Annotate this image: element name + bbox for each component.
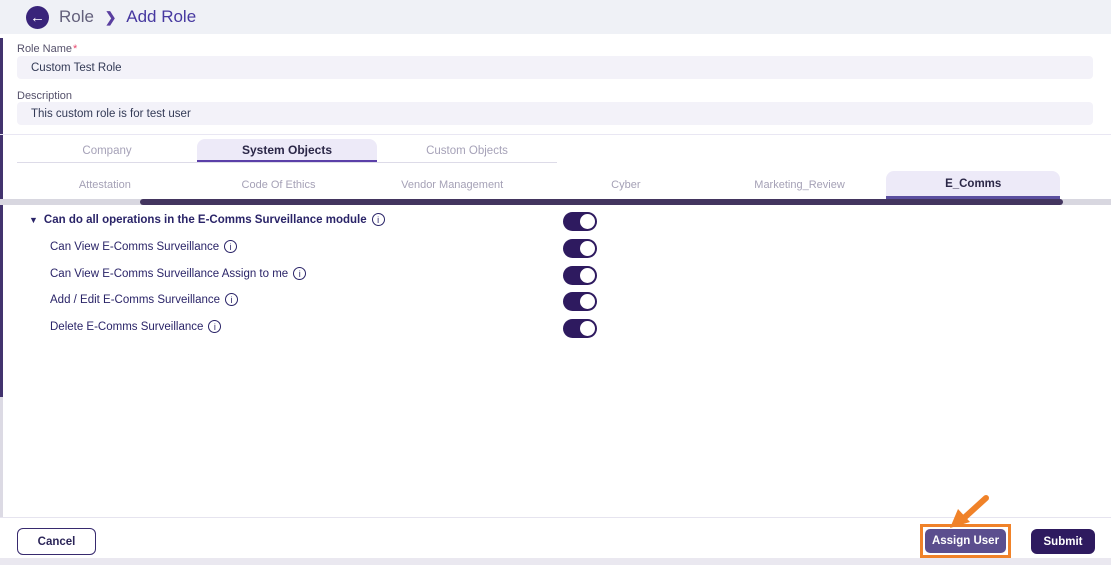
add-role-page: ← Role ❯ Add Role Role Name* Description… xyxy=(0,0,1111,565)
tab-marketing-review[interactable]: Marketing_Review xyxy=(713,171,887,199)
permission-row: Delete E-Comms Surveillance i xyxy=(0,317,1111,341)
permission-label-can-view-assigned: Can View E-Comms Surveillance Assign to … xyxy=(50,267,307,280)
toggle-knob xyxy=(580,214,595,229)
info-icon[interactable]: i xyxy=(208,320,222,333)
tab-system-objects[interactable]: System Objects xyxy=(197,139,377,162)
tab-code-of-ethics[interactable]: Code Of Ethics xyxy=(192,171,366,199)
info-icon[interactable]: i xyxy=(293,267,307,280)
permission-label-can-view: Can View E-Comms Surveillance i xyxy=(50,240,238,253)
required-asterisk: * xyxy=(73,43,78,55)
tab-attestation[interactable]: Attestation xyxy=(18,171,192,199)
permission-label-all-operations: ▼ Can do all operations in the E-Comms S… xyxy=(29,213,385,226)
description-label: Description xyxy=(17,90,73,102)
cancel-button[interactable]: Cancel xyxy=(17,528,96,555)
horizontal-scrollbar-track[interactable] xyxy=(0,199,1111,205)
info-icon[interactable]: i xyxy=(225,293,239,306)
back-arrow-icon: ← xyxy=(30,8,45,26)
page-header: ← Role ❯ Add Role xyxy=(0,0,1111,34)
footer-divider xyxy=(0,517,1111,518)
assign-user-button[interactable]: Assign User xyxy=(925,529,1006,553)
tab-custom-objects[interactable]: Custom Objects xyxy=(377,139,557,162)
breadcrumb-add-role: Add Role xyxy=(126,7,197,26)
role-name-label: Role Name* xyxy=(17,43,78,55)
permission-row: Add / Edit E-Comms Surveillance i xyxy=(0,290,1111,314)
toggle-can-view[interactable] xyxy=(563,239,597,258)
info-icon[interactable]: i xyxy=(224,240,238,253)
toggle-knob xyxy=(580,241,595,256)
toggle-can-view-assigned[interactable] xyxy=(563,266,597,285)
description-input[interactable] xyxy=(17,102,1093,125)
toggle-knob xyxy=(580,268,595,283)
role-name-input[interactable] xyxy=(17,56,1093,79)
submit-button[interactable]: Submit xyxy=(1031,529,1095,554)
breadcrumb-role[interactable]: Role xyxy=(59,7,94,26)
permission-label-delete: Delete E-Comms Surveillance i xyxy=(50,320,222,333)
permission-row: Can View E-Comms Surveillance i xyxy=(0,237,1111,261)
module-tab-bar: Attestation Code Of Ethics Vendor Manage… xyxy=(18,171,1061,199)
breadcrumb: Role ❯ Add Role xyxy=(59,7,196,27)
tab-company[interactable]: Company xyxy=(17,139,197,162)
tab-cyber[interactable]: Cyber xyxy=(539,171,713,199)
permission-row: Can View E-Comms Surveillance Assign to … xyxy=(0,264,1111,288)
toggle-knob xyxy=(580,294,595,309)
permission-row: ▼ Can do all operations in the E-Comms S… xyxy=(0,210,1111,234)
toggle-knob xyxy=(580,321,595,336)
collapse-caret-icon[interactable]: ▼ xyxy=(29,215,38,225)
back-button[interactable]: ← xyxy=(26,5,49,29)
tab-e-comms[interactable]: E_Comms xyxy=(886,171,1061,199)
toggle-delete[interactable] xyxy=(563,319,597,338)
info-icon[interactable]: i xyxy=(371,213,385,226)
main-tab-bar: Company System Objects Custom Objects xyxy=(17,139,557,163)
toggle-add-edit[interactable] xyxy=(563,292,597,311)
chevron-right-icon: ❯ xyxy=(104,9,117,25)
tab-vendor-management[interactable]: Vendor Management xyxy=(365,171,539,199)
horizontal-scrollbar-thumb[interactable] xyxy=(140,199,1063,205)
permission-label-add-edit: Add / Edit E-Comms Surveillance i xyxy=(50,293,239,306)
toggle-all-operations[interactable] xyxy=(563,212,597,231)
bottom-strip xyxy=(0,558,1111,565)
form-divider xyxy=(0,134,1111,135)
